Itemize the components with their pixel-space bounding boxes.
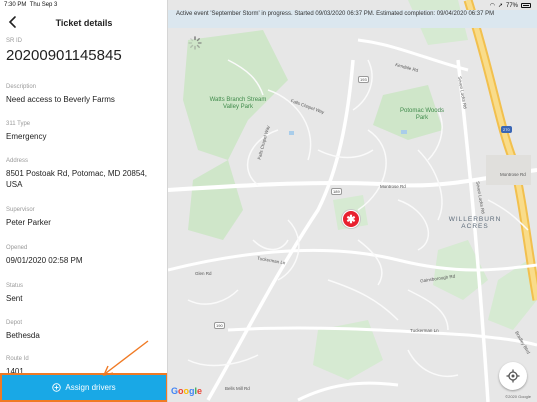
field-value: Need access to Beverly Farms bbox=[6, 95, 115, 104]
route-shield-190: 190 bbox=[214, 322, 225, 329]
field-value: 8501 Postoak Rd, Potomac, MD 20854, USA bbox=[6, 169, 147, 189]
park-label-watts-branch: Watts Branch Stream Valley Park bbox=[209, 97, 267, 110]
assign-drivers-button[interactable]: Assign drivers bbox=[0, 373, 167, 402]
map-copyright: ©2020 Google bbox=[505, 394, 531, 399]
field-label: 311 Type bbox=[6, 121, 31, 127]
field-label: Status bbox=[6, 283, 24, 289]
area-label-willerburn: WILLERBURN ACRES bbox=[448, 216, 502, 230]
battery-percent: 77% bbox=[505, 2, 518, 9]
status-bar: 7:30 PM Thu Sep 3 ◠ ➚ 77% bbox=[0, 0, 537, 10]
field-label: SR ID bbox=[6, 38, 23, 44]
field-opened: Opened 09/01/2020 02:58 PM bbox=[6, 245, 162, 266]
field-label: Depot bbox=[6, 320, 23, 326]
field-supervisor: Supervisor Peter Parker bbox=[6, 207, 162, 228]
field-value: Sent bbox=[6, 294, 23, 303]
panel-header: Ticket details bbox=[0, 10, 167, 36]
field-status: Status Sent bbox=[6, 283, 162, 304]
incident-marker-icon[interactable]: ✱ bbox=[342, 210, 360, 228]
road-label-glen: Glen Rd bbox=[195, 271, 212, 276]
add-circle-icon bbox=[52, 383, 62, 392]
field-address: Address 8501 Postoak Rd, Potomac, MD 208… bbox=[6, 158, 162, 190]
field-311-type: 311 Type Emergency bbox=[6, 121, 162, 142]
field-label: Route Id bbox=[6, 356, 29, 362]
route-shield-193: 193 bbox=[358, 76, 369, 83]
status-indicators: ◠ ➚ 77% bbox=[490, 2, 531, 9]
field-value: Bethesda bbox=[6, 331, 40, 340]
field-label: Address bbox=[6, 158, 29, 164]
park-label-potomac-woods: Potomac Woods Park bbox=[400, 108, 444, 121]
battery-icon bbox=[521, 3, 531, 8]
field-label: Supervisor bbox=[6, 207, 35, 213]
status-time: 7:30 PM Thu Sep 3 bbox=[4, 2, 58, 8]
field-label: Description bbox=[6, 84, 37, 90]
page-title: Ticket details bbox=[55, 18, 113, 28]
road-label-montrose-2: Montrose Rd bbox=[500, 172, 526, 177]
field-value: 09/01/2020 02:58 PM bbox=[6, 256, 83, 265]
loading-spinner-icon bbox=[188, 36, 202, 50]
my-location-button[interactable] bbox=[499, 362, 527, 390]
event-banner: Active event 'September Storm' in progre… bbox=[168, 10, 537, 28]
route-shield-270: 270 bbox=[501, 126, 512, 133]
google-logo: Google bbox=[171, 386, 203, 396]
field-value: 20200901145845 bbox=[6, 47, 122, 64]
field-description: Description Need access to Beverly Farms bbox=[6, 84, 162, 105]
field-sr-id: SR ID 20200901145845 bbox=[6, 38, 162, 65]
field-value: Peter Parker bbox=[6, 218, 51, 227]
wifi-icon: ◠ bbox=[489, 3, 495, 9]
assign-drivers-label: Assign drivers bbox=[65, 383, 116, 392]
field-depot: Depot Bethesda bbox=[6, 320, 162, 341]
ticket-details-panel: Ticket details SR ID 20200901145845 Desc… bbox=[0, 0, 168, 402]
road-label-bells-mill: Bells Mill Rd bbox=[225, 386, 250, 391]
field-value: Emergency bbox=[6, 132, 47, 141]
location-icon: ➚ bbox=[497, 3, 503, 9]
field-label: Opened bbox=[6, 245, 28, 251]
road-label-montrose: Montrose Rd bbox=[380, 184, 406, 189]
crosshair-icon bbox=[506, 369, 520, 383]
road-label-tuckerman-2: Tuckerman Ln bbox=[410, 328, 439, 333]
route-shield-189: 189 bbox=[331, 188, 342, 195]
